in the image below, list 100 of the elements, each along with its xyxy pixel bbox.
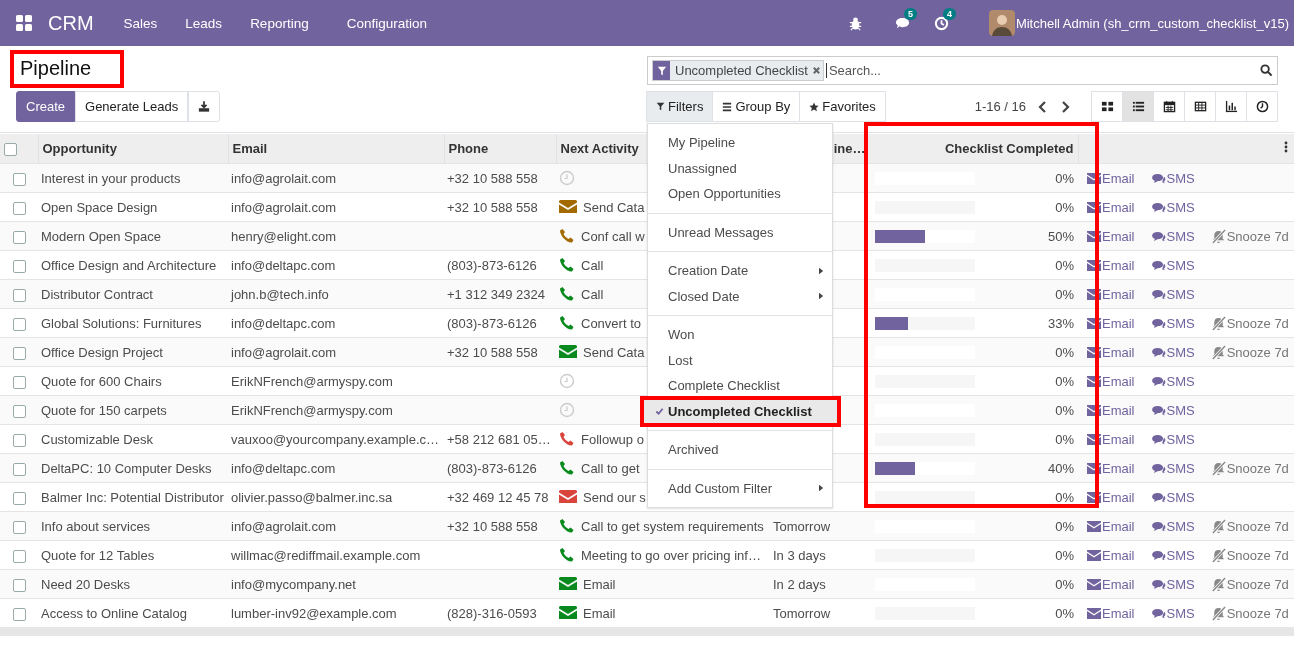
select-all-checkbox[interactable] <box>4 143 17 157</box>
phone-icon[interactable] <box>559 286 575 302</box>
phone-icon[interactable] <box>559 518 575 534</box>
menu-item[interactable]: Leads <box>171 15 237 31</box>
filter-option[interactable]: Creation Date <box>648 258 832 284</box>
phone-icon[interactable] <box>559 257 575 273</box>
search-option-button[interactable]: Filters <box>646 91 714 122</box>
sms-link[interactable]: SMS <box>1150 431 1195 447</box>
email-link[interactable]: Email <box>1087 170 1135 186</box>
row-checkbox[interactable] <box>12 491 26 505</box>
sms-link[interactable]: SMS <box>1150 170 1195 186</box>
row-checkbox[interactable] <box>12 375 26 389</box>
sms-link[interactable]: SMS <box>1150 518 1195 534</box>
row-checkbox[interactable] <box>12 404 26 418</box>
phone-icon[interactable] <box>559 431 575 447</box>
sms-link[interactable]: SMS <box>1150 576 1195 592</box>
row-checkbox[interactable] <box>12 462 26 476</box>
filter-option[interactable]: Add Custom Filter <box>648 475 832 501</box>
filter-option[interactable]: Archived <box>648 437 832 463</box>
email-link[interactable]: Email <box>1087 518 1135 534</box>
apps-menu-icon[interactable] <box>16 15 32 31</box>
sms-link[interactable]: SMS <box>1150 286 1195 302</box>
column-header[interactable]: ine… <box>833 141 866 156</box>
email-link[interactable]: Email <box>1087 199 1135 215</box>
row-checkbox[interactable] <box>12 172 26 186</box>
email-link[interactable]: Email <box>1087 576 1135 592</box>
sms-link[interactable]: SMS <box>1150 344 1195 360</box>
menu-item[interactable]: Configuration <box>322 15 441 31</box>
filter-option[interactable]: My Pipeline <box>648 130 832 156</box>
filter-facet[interactable]: Uncompleted Checklist <box>652 60 824 81</box>
phone-icon[interactable] <box>559 315 575 331</box>
envelope-icon[interactable] <box>559 577 577 591</box>
sms-link[interactable]: SMS <box>1150 257 1195 273</box>
phone-icon[interactable] <box>559 460 575 476</box>
column-header[interactable]: Email <box>232 141 268 156</box>
snooze-link[interactable]: Snooze 7d <box>1210 576 1289 592</box>
phone-icon[interactable] <box>559 228 575 244</box>
filter-option[interactable]: Closed Date <box>648 283 832 309</box>
download-button[interactable] <box>188 91 221 122</box>
chat-icon[interactable] <box>894 15 910 31</box>
row-checkbox[interactable] <box>12 230 26 244</box>
snooze-link[interactable]: Snooze 7d <box>1210 344 1289 360</box>
user-avatar[interactable] <box>988 10 1015 36</box>
snooze-link[interactable]: Snooze 7d <box>1210 605 1289 621</box>
filter-option[interactable]: Won <box>648 322 832 348</box>
sms-link[interactable]: SMS <box>1150 373 1195 389</box>
email-link[interactable]: Email <box>1087 460 1135 476</box>
row-checkbox[interactable] <box>12 317 26 331</box>
snooze-link[interactable]: Snooze 7d <box>1210 228 1289 244</box>
sms-link[interactable]: SMS <box>1150 605 1195 621</box>
email-link[interactable]: Email <box>1087 315 1135 331</box>
envelope-icon[interactable] <box>559 490 577 504</box>
filter-option[interactable]: Open Opportunities <box>648 181 832 207</box>
column-header[interactable]: Phone <box>448 141 489 156</box>
row-checkbox[interactable] <box>12 201 26 215</box>
sms-link[interactable]: SMS <box>1150 402 1195 418</box>
menu-item[interactable]: Sales <box>109 15 172 31</box>
search-option-button[interactable]: Favorites <box>799 91 886 122</box>
snooze-link[interactable]: Snooze 7d <box>1210 315 1289 331</box>
row-checkbox[interactable] <box>12 288 26 302</box>
column-options-icon[interactable] <box>1284 141 1288 153</box>
user-name[interactable]: Mitchell Admin (sh_crm_custom_checklist_v15) <box>1015 15 1289 31</box>
kanban-view-button[interactable] <box>1091 91 1123 122</box>
row-checkbox[interactable] <box>12 259 26 273</box>
row-checkbox[interactable] <box>12 433 26 447</box>
filter-option[interactable]: Unread Messages <box>648 219 832 245</box>
email-link[interactable]: Email <box>1087 547 1135 563</box>
column-header[interactable]: Next Activity <box>560 141 639 156</box>
filter-option[interactable]: Unassigned <box>648 155 832 181</box>
search-field[interactable]: Uncompleted Checklist Search... <box>647 56 1278 85</box>
snooze-link[interactable]: Snooze 7d <box>1210 547 1289 563</box>
filter-option[interactable]: Uncompleted Checklist <box>643 398 838 424</box>
email-link[interactable]: Email <box>1087 228 1135 244</box>
envelope-icon[interactable] <box>559 200 577 214</box>
app-name[interactable]: CRM <box>48 11 94 35</box>
sms-link[interactable]: SMS <box>1150 228 1195 244</box>
activity-view-button[interactable] <box>1246 91 1278 122</box>
next-page-icon[interactable] <box>1060 100 1070 113</box>
sms-link[interactable]: SMS <box>1150 199 1195 215</box>
envelope-icon[interactable] <box>559 345 577 359</box>
pivot-view-button[interactable] <box>1184 91 1216 122</box>
row-checkbox[interactable] <box>12 607 26 621</box>
previous-page-icon[interactable] <box>1038 100 1048 113</box>
list-view-button[interactable] <box>1122 91 1154 122</box>
filter-option[interactable]: Lost <box>648 347 832 373</box>
search-option-button[interactable]: Group By <box>712 91 801 122</box>
email-link[interactable]: Email <box>1087 257 1135 273</box>
envelope-icon[interactable] <box>559 606 577 620</box>
sms-link[interactable]: SMS <box>1150 460 1195 476</box>
row-checkbox[interactable] <box>12 578 26 592</box>
graph-view-button[interactable] <box>1215 91 1247 122</box>
email-link[interactable]: Email <box>1087 402 1135 418</box>
remove-icon[interactable] <box>811 66 821 75</box>
horizontal-scrollbar[interactable] <box>0 627 1294 636</box>
column-header[interactable]: Opportunity <box>42 141 117 156</box>
email-link[interactable]: Email <box>1087 431 1135 447</box>
filter-option[interactable]: Complete Checklist <box>648 373 832 399</box>
bug-icon[interactable] <box>847 15 863 31</box>
search-icon[interactable] <box>1260 64 1273 77</box>
snooze-link[interactable]: Snooze 7d <box>1210 460 1289 476</box>
